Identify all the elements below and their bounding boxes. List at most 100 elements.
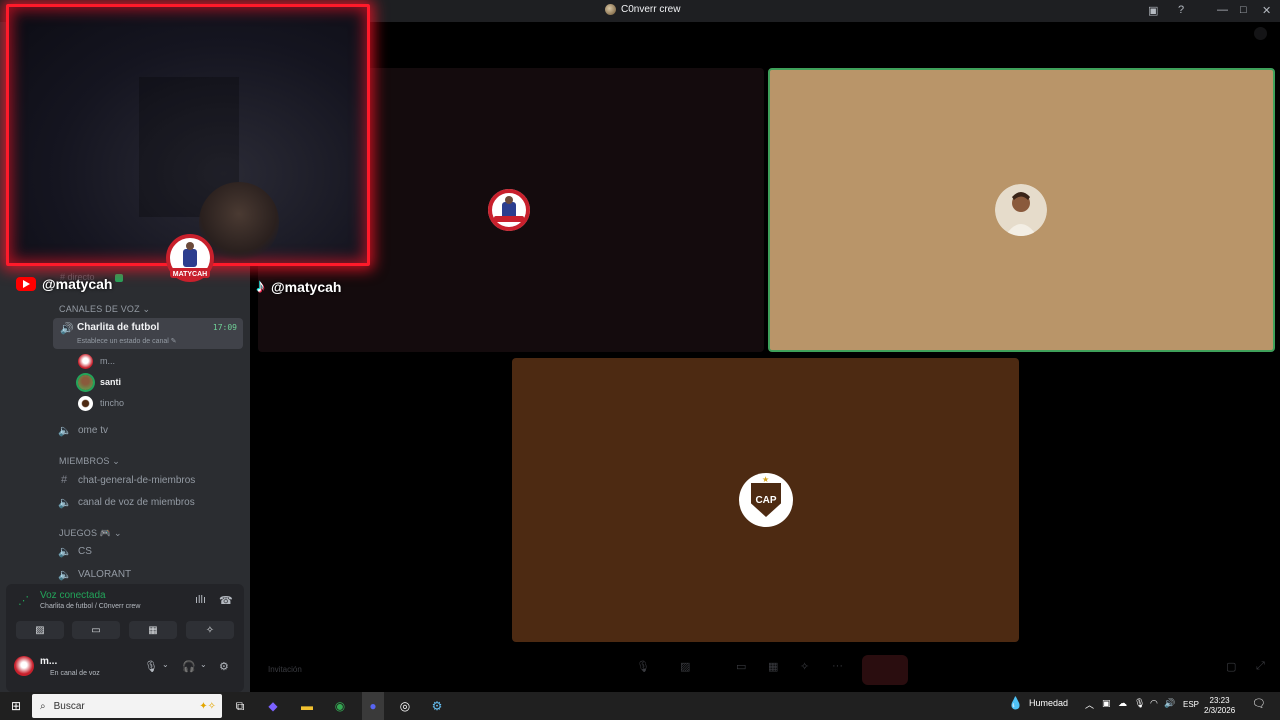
noise-suppression-icon[interactable]: ıllı: [195, 594, 206, 606]
avatar: [78, 374, 93, 390]
category-games-label: JUEGOS: [59, 528, 98, 538]
category-members-label: MIEMBROS: [59, 456, 110, 466]
channel-name: Charlita de futbol: [77, 322, 160, 333]
server-icon: [605, 4, 616, 15]
voice-status-title[interactable]: Voz conectada: [40, 590, 106, 601]
chat-toggle-icon[interactable]: [1254, 27, 1267, 40]
disconnect-icon[interactable]: ☎: [219, 594, 233, 607]
category-voice[interactable]: CANALES DE VOZ ⌄: [59, 304, 150, 315]
voice-channel-charlita[interactable]: 🔊 Charlita de futbol 17:09 Establece un …: [53, 318, 243, 349]
voice-channel-miembros[interactable]: 🔈 canal de voz de miembros: [58, 492, 195, 512]
chevron-down-icon[interactable]: ⌄: [200, 660, 207, 669]
volume-icon[interactable]: 🔊: [1164, 698, 1175, 709]
help-icon[interactable]: ?: [1178, 4, 1184, 16]
minimize-button[interactable]: —: [1217, 4, 1228, 16]
voice-user-tincho[interactable]: tincho: [78, 395, 124, 411]
participant-avatar-santi: [995, 184, 1047, 236]
inbox-icon[interactable]: ▣: [1148, 4, 1158, 17]
taskbar-search[interactable]: ⌕ Buscar ✦✧: [32, 694, 222, 718]
voice-channel-ome-tv[interactable]: 🔈 ome tv: [58, 420, 108, 440]
voice-channel-valorant[interactable]: 🔈 VALORANT: [58, 564, 131, 584]
voice-user-name: m...: [100, 356, 115, 366]
matycah-badge-logo: MATYCAH: [166, 234, 214, 282]
speaker-icon: 🔈: [58, 496, 72, 509]
clock[interactable]: 23:23 2/3/2026: [1204, 696, 1235, 716]
camera-off-icon[interactable]: ▨: [680, 660, 690, 673]
hash-icon: #: [60, 474, 68, 486]
tiktok-icon: ♪: [256, 276, 265, 296]
soundboard-button[interactable]: ✧: [186, 621, 234, 639]
category-games[interactable]: JUEGOS 🎮 ⌄: [59, 528, 122, 539]
svg-text:MATYCAH: MATYCAH: [173, 271, 207, 278]
gear-icon[interactable]: ⚙: [219, 660, 229, 673]
mic-icon[interactable]: 🎙: [144, 660, 158, 673]
channel-label: chat-general-de-miembros: [78, 474, 196, 486]
youtube-icon: [16, 277, 36, 291]
channel-label: VALORANT: [78, 568, 132, 580]
user-status: En canal de voz: [50, 670, 100, 677]
live-indicator: [115, 274, 123, 282]
windows-start-icon[interactable]: ⊞: [0, 692, 32, 720]
discord-icon[interactable]: ●: [362, 692, 384, 720]
tiktok-handle-text: @matycah: [271, 278, 342, 295]
avatar[interactable]: [14, 656, 34, 676]
activities-button[interactable]: ▦: [129, 621, 177, 639]
clock-time: 23:23: [1209, 696, 1230, 705]
chevron-down-icon[interactable]: ⌄: [162, 660, 169, 669]
soundboard-icon[interactable]: ✧: [800, 660, 809, 673]
webcam-overlay: [6, 4, 370, 266]
channel-label: CS: [78, 545, 92, 557]
activities-icon[interactable]: ▦: [768, 660, 778, 673]
wifi-icon[interactable]: ◠: [1150, 698, 1158, 709]
screen-share-button[interactable]: ▭: [72, 621, 120, 639]
fullscreen-icon[interactable]: ⤢: [1256, 660, 1265, 673]
maximize-button[interactable]: □: [1240, 4, 1247, 16]
sparkle-icon: ✦✧: [199, 700, 216, 712]
task-view-icon[interactable]: ⧉: [230, 692, 250, 720]
signal-icon[interactable]: ⋰: [18, 594, 29, 607]
category-members[interactable]: MIEMBROS ⌄: [59, 456, 120, 467]
droplet-icon: 💧: [1008, 696, 1023, 710]
text-channel-chat-general[interactable]: # chat-general-de-miembros: [58, 470, 195, 490]
tray-app-icon[interactable]: ▣: [1102, 698, 1111, 709]
tray-chevron-icon[interactable]: ︿: [1085, 698, 1094, 711]
youtube-handle: @matycah: [16, 276, 112, 292]
clock-date: 2/3/2026: [1204, 706, 1236, 715]
speaker-icon: 🔊: [60, 323, 74, 335]
activities-icon: ▦: [148, 624, 158, 636]
voice-connected-panel: ⋰ Voz conectada Charlita de futbol / C0n…: [6, 584, 244, 644]
popout-icon[interactable]: ▢: [1226, 660, 1236, 673]
close-button[interactable]: ✕: [1262, 4, 1271, 17]
weather-label[interactable]: Humedad: [1029, 698, 1068, 708]
invite-button[interactable]: Invitación: [268, 665, 302, 674]
window-title: C0nverr crew: [605, 4, 680, 15]
disconnect-button[interactable]: [862, 655, 908, 685]
file-explorer-icon[interactable]: ▬: [297, 692, 317, 720]
voice-user-santi[interactable]: santi: [78, 374, 121, 390]
voice-channel-cs[interactable]: 🔈 CS: [58, 541, 92, 561]
notifications-icon[interactable]: 🗨: [1252, 697, 1266, 710]
channel-status-hint[interactable]: Establece un estado de canal ✎: [77, 337, 177, 345]
camera-button[interactable]: ▨: [16, 621, 64, 639]
voice-user-name: santi: [100, 377, 122, 387]
search-icon: ⌕: [40, 700, 46, 712]
mic-icon[interactable]: 🎙: [636, 660, 650, 673]
tray-mic-icon[interactable]: 🎙: [1134, 698, 1145, 709]
chrome-icon[interactable]: ◉: [330, 692, 350, 720]
language-indicator[interactable]: ESP: [1183, 700, 1199, 709]
channel-label: ome tv: [78, 424, 109, 436]
headphones-icon[interactable]: 🎧: [182, 660, 196, 673]
username[interactable]: m...: [40, 656, 57, 667]
more-icon[interactable]: ···: [832, 660, 843, 672]
cloud-icon[interactable]: ☁: [1118, 698, 1127, 709]
steam-icon[interactable]: ⚙: [427, 692, 447, 720]
voice-user-m[interactable]: m...: [78, 353, 115, 369]
screen-share-icon[interactable]: ▭: [736, 660, 746, 673]
camera-off-icon: ▨: [35, 624, 45, 636]
cap-shield-logo: CAP: [751, 483, 781, 517]
voice-user-name: tincho: [100, 398, 125, 408]
server-name: C0nverr crew: [621, 4, 681, 15]
copilot-icon[interactable]: ◆: [263, 692, 283, 720]
obs-icon[interactable]: ◎: [395, 692, 415, 720]
participant-avatar-matycah: [488, 189, 530, 231]
